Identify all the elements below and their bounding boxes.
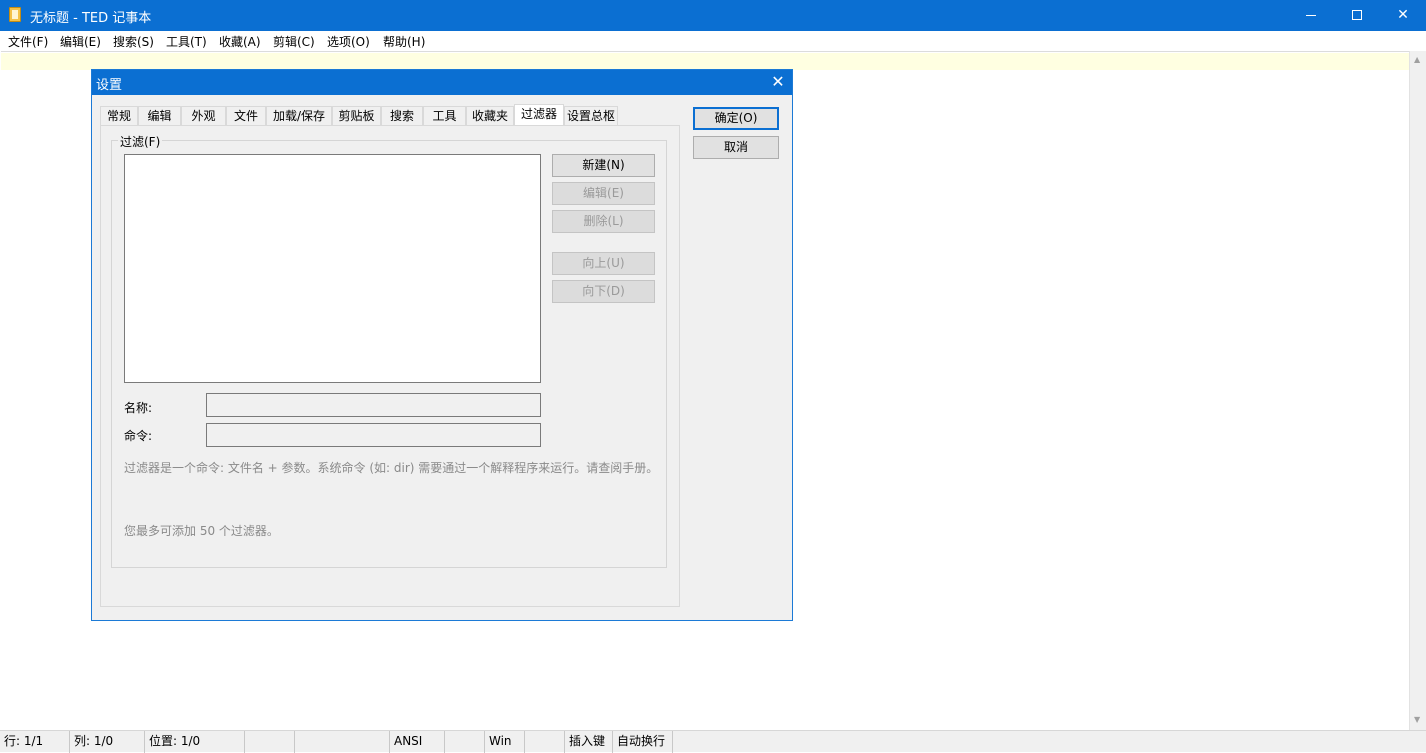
tab-search[interactable]: 搜索 (381, 106, 423, 126)
minimize-button[interactable] (1288, 0, 1334, 31)
filter-hint-text: 过滤器是一个命令: 文件名 + 参数。系统命令 (如: dir) 需要通过一个解… (124, 461, 659, 475)
menu-options[interactable]: 选项(O) (327, 33, 370, 50)
menu-search[interactable]: 搜索(S) (113, 33, 154, 50)
close-button[interactable]: ✕ (1380, 0, 1426, 31)
tab-general[interactable]: 常规 (100, 106, 138, 126)
settings-dialog: 设置 ✕ 常规 编辑 外观 文件 加载/保存 剪贴板 搜索 工具 收藏夹 过滤器… (91, 69, 793, 621)
name-field[interactable] (206, 393, 541, 417)
dialog-title-bar: 设置 ✕ (92, 70, 792, 95)
dialog-close-icon[interactable]: ✕ (766, 71, 790, 93)
current-line-highlight (1, 53, 1409, 70)
menu-file[interactable]: 文件(F) (8, 33, 48, 50)
status-encoding: ANSI (390, 731, 445, 753)
filter-list[interactable] (124, 154, 541, 383)
title-bar: 无标题 - TED 记事本 ✕ (0, 0, 1426, 31)
menu-tools[interactable]: 工具(T) (166, 33, 207, 50)
minimize-icon (1306, 15, 1316, 16)
scroll-down-icon[interactable]: ▼ (1414, 715, 1420, 724)
tab-tools[interactable]: 工具 (423, 106, 466, 126)
close-icon: ✕ (1397, 7, 1409, 23)
status-empty-4 (525, 731, 565, 753)
vertical-scrollbar[interactable]: ▲ ▼ (1409, 51, 1426, 730)
dialog-title: 设置 (96, 78, 123, 93)
menu-help[interactable]: 帮助(H) (383, 33, 425, 50)
move-up-button[interactable]: 向上(U) (552, 252, 655, 275)
edit-filter-button[interactable]: 编辑(E) (552, 182, 655, 205)
filter-group-label: 过滤(F) (118, 133, 163, 150)
status-position: 位置: 1/0 (145, 731, 245, 753)
status-line: 行: 1/1 (0, 731, 70, 753)
menu-bar: 文件(F) 编辑(E) 搜索(S) 工具(T) 收藏(A) 剪辑(C) 选项(O… (0, 31, 1426, 51)
status-empty-3 (445, 731, 485, 753)
cancel-button[interactable]: 取消 (693, 136, 779, 159)
status-eol: Win (485, 731, 525, 753)
tab-clipboard[interactable]: 剪贴板 (332, 106, 381, 126)
name-label: 名称: (124, 401, 153, 415)
menu-edit[interactable]: 编辑(E) (60, 33, 101, 50)
menu-clip[interactable]: 剪辑(C) (273, 33, 315, 50)
status-bar: 行: 1/1 列: 1/0 位置: 1/0 ANSI Win 插入键 自动换行 (0, 730, 1426, 753)
move-down-button[interactable]: 向下(D) (552, 280, 655, 303)
status-insert: 插入键 (565, 731, 613, 753)
command-field[interactable] (206, 423, 541, 447)
tab-settings-hub[interactable]: 设置总枢 (564, 106, 618, 126)
status-wordwrap: 自动换行 (613, 731, 673, 753)
notepad-app-icon (9, 7, 21, 22)
menu-favorites[interactable]: 收藏(A) (219, 33, 261, 50)
status-empty-2 (295, 731, 390, 753)
tab-appearance[interactable]: 外观 (181, 106, 226, 126)
tab-edit[interactable]: 编辑 (138, 106, 181, 126)
filter-limit-text: 您最多可添加 50 个过滤器。 (124, 524, 279, 538)
maximize-button[interactable] (1334, 0, 1380, 31)
tab-load-save[interactable]: 加载/保存 (266, 106, 332, 126)
new-filter-button[interactable]: 新建(N) (552, 154, 655, 177)
tab-file[interactable]: 文件 (226, 106, 266, 126)
tab-favorites[interactable]: 收藏夹 (466, 106, 514, 126)
command-label: 命令: (124, 429, 153, 443)
status-column: 列: 1/0 (70, 731, 145, 753)
ok-button[interactable]: 确定(O) (693, 107, 779, 130)
tab-filters[interactable]: 过滤器 (514, 104, 564, 127)
maximize-icon (1352, 10, 1362, 20)
window-title: 无标题 - TED 记事本 (30, 11, 152, 26)
scroll-up-icon[interactable]: ▲ (1414, 55, 1420, 64)
status-empty-1 (245, 731, 295, 753)
delete-filter-button[interactable]: 删除(L) (552, 210, 655, 233)
